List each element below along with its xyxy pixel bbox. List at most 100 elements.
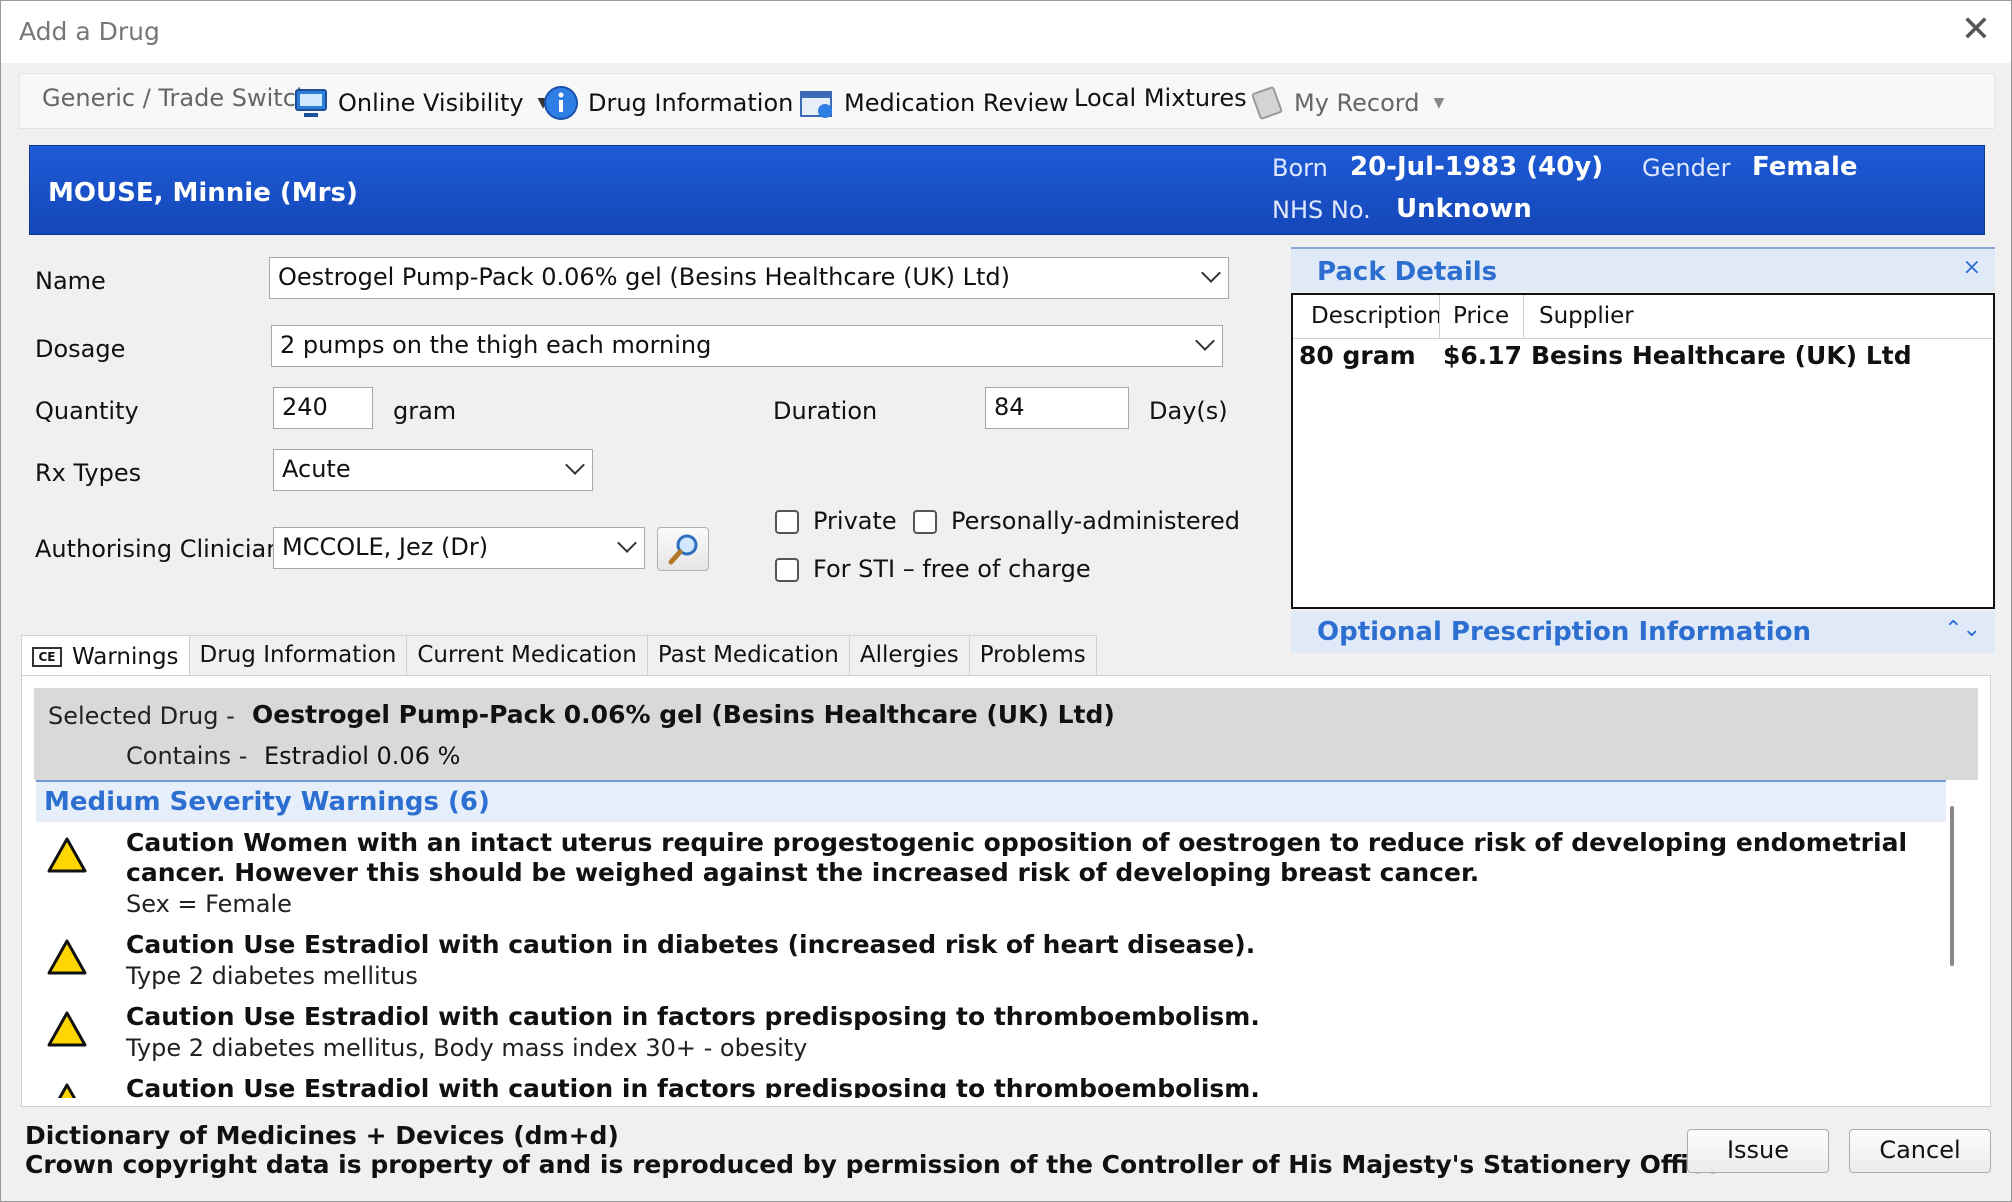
chevron-down-icon[interactable]: [617, 533, 637, 555]
issue-button[interactable]: Issue: [1687, 1129, 1829, 1173]
list-item: Caution Use Estradiol with caution in fa…: [36, 1002, 1936, 1064]
warning-text: Caution Use Estradiol with caution in fa…: [126, 1002, 1260, 1031]
title-bar: Add a Drug ✕: [1, 1, 2011, 63]
warnings-scrollbar[interactable]: [1950, 806, 1954, 966]
column-header-price[interactable]: Price: [1453, 303, 1509, 329]
close-icon[interactable]: ✕: [1961, 9, 1991, 50]
my-record-button[interactable]: My Record ▼: [1248, 84, 1444, 122]
drug-name-combo[interactable]: Oestrogel Pump-Pack 0.06% gel (Besins He…: [269, 257, 1229, 299]
toolbar: Generic / Trade Switch Online Visibility…: [19, 73, 1995, 129]
selected-drug-value: Oestrogel Pump-Pack 0.06% gel (Besins He…: [252, 700, 1115, 729]
add-drug-dialog: Add a Drug ✕ Generic / Trade Switch Onli…: [0, 0, 2012, 1202]
patient-banner: MOUSE, Minnie (Mrs) Born 20-Jul-1983 (40…: [29, 145, 1985, 235]
monitor-icon: [295, 89, 327, 117]
contains-value: Estradiol 0.06 %: [264, 742, 461, 770]
born-label: Born: [1272, 154, 1328, 182]
rx-types-label: Rx Types: [35, 459, 142, 487]
rx-types-value: Acute: [282, 455, 351, 483]
pack-details-header[interactable]: Pack Details ⨯: [1291, 247, 1995, 291]
collapse-icon[interactable]: ⨯: [1963, 255, 1981, 280]
info-icon: [544, 86, 578, 120]
warning-detail: Sex = Female: [126, 890, 292, 918]
tab-current-medication[interactable]: Current Medication: [406, 635, 648, 675]
expand-icon[interactable]: ⌃⌄: [1944, 617, 1981, 642]
online-visibility-button[interactable]: Online Visibility ▼: [292, 84, 548, 122]
chevron-down-icon[interactable]: [1201, 263, 1221, 285]
gender-label: Gender: [1642, 154, 1731, 182]
calendar-review-icon: [800, 91, 832, 118]
selected-drug-label: Selected Drug -: [48, 702, 235, 730]
warning-triangle-icon: [47, 837, 87, 873]
pack-supplier-cell: Besins Healthcare (UK) Ltd: [1531, 341, 1912, 370]
tab-warnings-label: Warnings: [72, 643, 179, 670]
dmd-source-line: Dictionary of Medicines + Devices (dm+d): [25, 1121, 619, 1150]
quantity-value: 240: [282, 393, 328, 421]
warnings-list: Caution Women with an intact uterus requ…: [36, 822, 1936, 1098]
tab-warnings[interactable]: CE Warnings: [21, 635, 190, 677]
dosage-combo[interactable]: 2 pumps on the thigh each morning: [271, 325, 1223, 367]
duration-value: 84: [994, 393, 1025, 421]
crown-copyright-line: Crown copyright data is property of and …: [25, 1150, 1721, 1179]
ce-icon: CE: [32, 646, 62, 667]
medication-review-button[interactable]: Medication Review: [798, 84, 1069, 122]
private-label: Private: [813, 507, 897, 535]
private-checkbox[interactable]: [775, 510, 799, 534]
generic-trade-switch-button[interactable]: Generic / Trade Switch: [42, 84, 311, 112]
pack-table-header: Description Price Supplier: [1293, 295, 1993, 339]
list-item: Caution Use Estradiol with caution in di…: [36, 930, 1936, 992]
pack-details-table: Description Price Supplier 80 gram $6.17…: [1291, 293, 1995, 609]
pack-description-cell: 80 gram: [1299, 341, 1416, 370]
warnings-panel: Selected Drug - Oestrogel Pump-Pack 0.06…: [21, 675, 1991, 1107]
quantity-label: Quantity: [35, 397, 139, 425]
warning-detail: Type 2 diabetes mellitus, Body mass inde…: [126, 1034, 808, 1062]
column-header-description[interactable]: Description: [1311, 303, 1442, 329]
drug-information-button[interactable]: Drug Information: [542, 84, 793, 122]
medication-review-label: Medication Review: [844, 89, 1069, 117]
sti-free-checkbox[interactable]: [775, 558, 799, 582]
duration-label: Duration: [773, 397, 878, 425]
chevron-down-icon[interactable]: [565, 455, 585, 477]
pack-details-title: Pack Details: [1317, 257, 1498, 287]
quantity-unit: gram: [393, 397, 457, 425]
tab-drug-information[interactable]: Drug Information: [188, 635, 408, 675]
tab-problems-label: Problems: [979, 642, 1086, 668]
local-mixtures-button[interactable]: Local Mixtures: [1074, 84, 1247, 112]
column-header-supplier[interactable]: Supplier: [1539, 303, 1634, 329]
generic-trade-switch-label: Generic / Trade Switch: [42, 84, 312, 112]
drug-information-label: Drug Information: [588, 89, 794, 117]
quantity-input[interactable]: 240: [273, 387, 373, 429]
nhs-value: Unknown: [1396, 194, 1532, 224]
dosage-label: Dosage: [35, 335, 126, 363]
born-value: 20-Jul-1983 (40y): [1350, 152, 1604, 182]
optional-prescription-info-header[interactable]: Optional Prescription Information ⌃⌄: [1291, 611, 1995, 653]
personally-administered-label: Personally-administered: [951, 507, 1241, 535]
gender-value: Female: [1752, 152, 1858, 182]
tab-problems[interactable]: Problems: [968, 635, 1097, 675]
drug-name-value: Oestrogel Pump-Pack 0.06% gel (Besins He…: [278, 263, 1011, 291]
list-item: Caution Women with an intact uterus requ…: [36, 828, 1936, 920]
warning-text: Caution Women with an intact uterus requ…: [126, 828, 1908, 887]
window-title: Add a Drug: [19, 17, 160, 46]
duration-input[interactable]: 84: [985, 387, 1129, 429]
name-label: Name: [35, 267, 106, 295]
authorising-clinician-select[interactable]: MCCOLE, Jez (Dr): [273, 527, 645, 569]
warning-text: Caution Use Estradiol with caution in di…: [126, 930, 1256, 959]
search-icon: [668, 534, 698, 565]
contains-label: Contains -: [126, 742, 248, 770]
dosage-value: 2 pumps on the thigh each morning: [280, 331, 712, 359]
pack-price-cell: $6.17: [1443, 341, 1523, 370]
warning-text: Caution Use Estradiol with caution in fa…: [126, 1074, 1260, 1098]
tab-drug-information-label: Drug Information: [199, 642, 397, 668]
tab-past-medication[interactable]: Past Medication: [646, 635, 850, 675]
warning-detail: Type 2 diabetes mellitus: [126, 962, 418, 990]
patient-name: MOUSE, Minnie (Mrs): [48, 178, 358, 208]
clinician-search-button[interactable]: [657, 527, 709, 571]
personally-administered-checkbox[interactable]: [913, 510, 937, 534]
tab-allergies[interactable]: Allergies: [848, 635, 970, 675]
warning-triangle-icon: [47, 1011, 87, 1047]
tab-allergies-label: Allergies: [859, 642, 959, 668]
list-item: Caution Use Estradiol with caution in fa…: [36, 1074, 1936, 1098]
rx-types-select[interactable]: Acute: [273, 449, 593, 491]
chevron-down-icon[interactable]: [1195, 331, 1215, 353]
cancel-button[interactable]: Cancel: [1849, 1129, 1991, 1173]
